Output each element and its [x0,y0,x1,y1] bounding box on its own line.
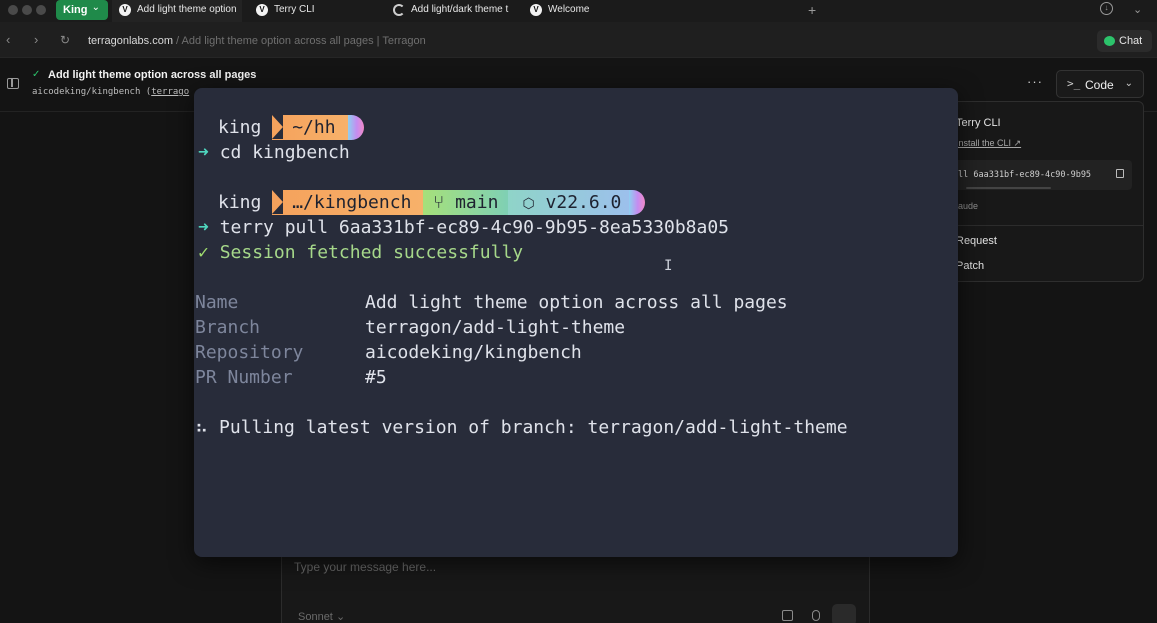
command-text: cd kingbench [219,142,350,163]
tab-add-light-theme[interactable]: V Add light theme option [112,0,242,22]
prompt-line-1: king ~/hh [218,115,364,140]
new-tab-plus-icon[interactable]: + [808,2,816,18]
window-minimize-button[interactable] [22,5,32,15]
tab-welcome[interactable]: V Welcome [530,0,630,22]
node-version: v22.6.0 [545,192,622,213]
horizontal-scrollbar[interactable] [966,187,1051,189]
prompt-dir: …/kingbench [292,192,412,213]
profile-switcher[interactable]: King ⌄ [56,0,108,20]
code-button[interactable]: >_ Code ⌄ [1056,70,1144,98]
url-domain: terragonlabs.com [88,35,173,47]
nodejs-icon: ⬡ [522,196,535,212]
cli-command: ll 6aa331bf-ec89-4c90-9b95 [958,170,1092,180]
detail-value-name: Add light theme option across all pages [365,292,788,313]
chevron-down-icon: ⌄ [91,2,100,13]
window-close-button[interactable] [8,5,18,15]
terragon-favicon-icon: V [530,4,542,16]
browser-tab-bar: King ⌄ V Add light theme option V Terry … [0,0,1157,22]
task-repo: aicodeking/kingbench ( [32,87,152,97]
tab-terry-cli[interactable]: V Terry CLI [256,0,376,22]
loading-spinner-icon [393,4,405,16]
terminal-prompt-icon: >_ [1067,77,1081,90]
send-button[interactable] [832,604,856,623]
prompt-dir: ~/hh [292,117,336,138]
chat-label: Chat [1119,35,1143,47]
prompt-end-cap [347,115,364,140]
menu-item-request[interactable]: Request [956,235,997,247]
forward-arrow-icon[interactable]: › [34,32,38,47]
more-options-icon[interactable]: ··· [1027,74,1043,89]
detail-label-branch: Branch [195,317,261,338]
model-selector[interactable]: Sonnet ⌄ [298,610,345,623]
reload-icon[interactable]: ↻ [60,33,70,47]
code-label: Code [1085,78,1114,92]
chevron-down-icon: ⌄ [335,611,346,623]
download-icon[interactable]: ↓ [1100,2,1113,15]
microphone-icon[interactable] [812,610,820,621]
checkmark-icon: ✓ [198,242,209,263]
task-complete-check-icon: ✓ [32,69,41,80]
node-version-segment: ⬡ v22.6.0 [508,190,630,215]
cli-command-box: ll 6aa331bf-ec89-4c90-9b95 [952,160,1132,190]
prompt-dir-segment: …/kingbench [272,190,424,215]
task-title: Add light theme option across all pages [48,69,257,81]
message-input[interactable]: Type your message here... [294,560,436,574]
sidebar-toggle-icon[interactable] [7,78,19,89]
detail-label-pr-number: PR Number [195,367,293,388]
spinner-icon: ⠦ [195,417,209,438]
success-text: Session fetched successfully [219,242,524,263]
prompt-dir-segment: ~/hh [272,115,348,140]
detail-value-branch: terragon/add-light-theme [365,317,626,338]
prompt-end-cap [629,190,646,215]
prompt-line-2: king …/kingbench ⑂ main ⬡ v22.6.0 [218,190,646,215]
command-line-2: ➜ terry pull 6aa331bf-ec89-4c90-9b95-8ea… [198,215,729,240]
menu-title: Terry CLI [956,117,1001,129]
status-line: ⠦ Pulling latest version of branch: terr… [195,415,848,440]
install-cli-label: Install the CLI [956,138,1012,148]
profile-name: King [63,4,88,16]
chat-bubble-icon [1104,36,1115,46]
status-text: Pulling latest version of branch: terrag… [219,417,848,438]
success-line: ✓ Session fetched successfully [198,240,523,265]
git-branch-segment: ⑂ main [423,190,509,215]
agent-name: laude [956,201,979,211]
detail-value-pr-number: #5 [365,367,387,388]
terminal-window[interactable]: king ~/hh ➜ cd kingbench king …/kingbenc… [194,88,958,557]
address-bar: ‹ › ↻ terragonlabs.com / Add light theme… [0,22,1157,58]
tab-label: Terry CLI [274,4,315,15]
prompt-arrow-icon: ➜ [198,217,209,238]
back-arrow-icon[interactable]: ‹ [6,32,10,47]
model-name: Sonnet [298,611,333,623]
external-link-icon: ↗ [1013,138,1022,148]
tab-label: Add light theme option [137,4,237,15]
git-branch-icon: ⑂ [433,192,445,213]
prompt-user: king [218,117,262,138]
command-line-1: ➜ cd kingbench [198,140,350,165]
install-cli-link[interactable]: Install the CLI ↗ [956,138,1021,149]
text-cursor-icon: I [664,258,673,274]
tab-label: Welcome [548,4,590,15]
terragon-favicon-icon: V [119,4,131,16]
terragon-favicon-icon: V [256,4,268,16]
tab-label: Add light/dark theme t [411,4,509,15]
url-path: / Add light theme option across all page… [173,35,426,47]
detail-label-name: Name [195,292,239,313]
copy-icon[interactable] [1116,169,1124,178]
chevron-down-icon: ⌄ [1124,78,1133,89]
task-branch-link[interactable]: terrago [151,87,189,97]
image-attach-icon[interactable] [782,610,793,621]
prompt-arrow-icon: ➜ [198,142,209,163]
command-text: terry pull 6aa331bf-ec89-4c90-9b95-8ea53… [219,217,730,238]
window-zoom-button[interactable] [36,5,46,15]
detail-label-repository: Repository [195,342,304,363]
task-repo-line: aicodeking/kingbench (terrago [32,87,189,97]
tab-add-light-dark-theme[interactable]: Add light/dark theme t [393,0,513,22]
prompt-user: king [218,192,262,213]
menu-item-patch[interactable]: Patch [956,260,984,272]
detail-value-repository: aicodeking/kingbench [365,342,582,363]
git-branch: main [455,192,499,213]
tab-list-chevron-icon[interactable]: ⌄ [1133,3,1142,16]
url-field[interactable]: terragonlabs.com / Add light theme optio… [88,35,426,47]
chat-button[interactable]: Chat [1097,30,1152,52]
